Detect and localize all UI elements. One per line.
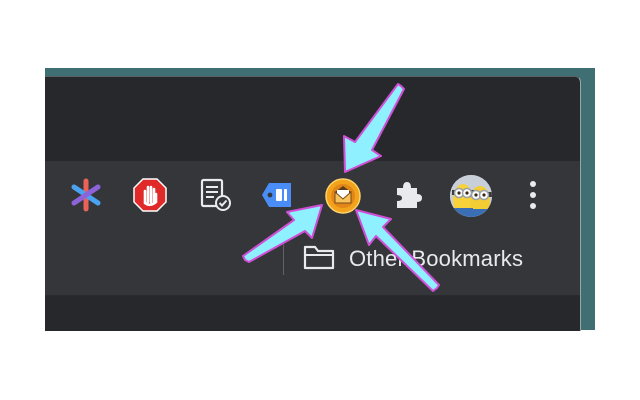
folder-icon <box>303 244 335 275</box>
browser-toolbar <box>45 161 580 227</box>
other-bookmarks-folder[interactable]: Other Bookmarks <box>303 243 523 275</box>
adblock-hand-icon[interactable] <box>133 178 167 212</box>
bookmarks-bar: Other Bookmarks <box>45 227 580 296</box>
chrome-menu-kebab-icon[interactable] <box>527 179 539 211</box>
other-bookmarks-label: Other Bookmarks <box>349 246 524 271</box>
mail-envelope-extension-icon[interactable] <box>325 178 361 214</box>
price-tag-extension-icon[interactable] <box>261 179 295 211</box>
document-check-icon[interactable] <box>197 177 233 213</box>
profile-avatar[interactable] <box>449 174 493 218</box>
bookmarks-separator <box>283 241 284 275</box>
extensions-puzzle-icon[interactable] <box>391 179 423 211</box>
browser-window: Other Bookmarks <box>45 76 581 331</box>
asterisk-extension-icon[interactable] <box>69 178 103 212</box>
